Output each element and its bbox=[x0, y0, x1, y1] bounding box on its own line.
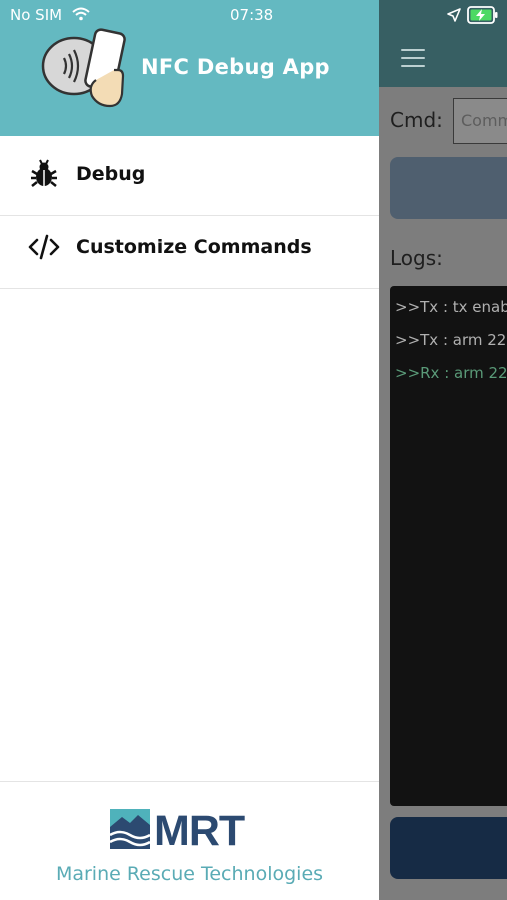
logs-label: Logs: bbox=[390, 246, 443, 270]
app-title: NFC Debug App bbox=[141, 55, 330, 79]
menu-item-customize-commands[interactable]: Customize Commands bbox=[0, 209, 379, 289]
nfc-phone-tap-icon bbox=[41, 28, 126, 108]
command-input[interactable]: Comm bbox=[453, 98, 507, 144]
menu-item-label: Debug bbox=[76, 163, 146, 185]
log-line: >>Tx : tx enab bbox=[395, 298, 507, 316]
code-brackets-icon bbox=[28, 234, 60, 260]
battery-charging-icon bbox=[467, 6, 498, 24]
menu-item-debug[interactable]: Debug bbox=[0, 136, 379, 216]
drawer-footer: MRT Marine Rescue Technologies bbox=[0, 781, 379, 900]
bottom-action-button[interactable] bbox=[390, 817, 507, 879]
hamburger-menu-icon[interactable] bbox=[401, 49, 425, 67]
navigation-drawer: NFC Debug App Debug Customize Commands M… bbox=[0, 0, 379, 900]
menu-item-label: Customize Commands bbox=[76, 236, 312, 258]
log-line: >>Rx : arm 22 bbox=[395, 364, 507, 382]
mrt-wave-logo bbox=[110, 809, 150, 849]
brand-logo-text: MRT bbox=[154, 807, 245, 855]
carrier-label: No SIM bbox=[10, 6, 63, 24]
wifi-icon bbox=[72, 7, 90, 21]
brand-caption: Marine Rescue Technologies bbox=[55, 863, 324, 885]
send-button[interactable] bbox=[390, 157, 507, 219]
location-arrow-icon bbox=[447, 8, 461, 22]
clock: 07:38 bbox=[230, 6, 274, 24]
command-input-placeholder: Comm bbox=[461, 111, 507, 130]
cmd-label: Cmd: bbox=[390, 108, 443, 132]
bug-icon bbox=[31, 159, 57, 187]
log-line: >>Tx : arm 22 bbox=[395, 331, 507, 349]
status-bar: No SIM 07:38 bbox=[0, 0, 507, 30]
